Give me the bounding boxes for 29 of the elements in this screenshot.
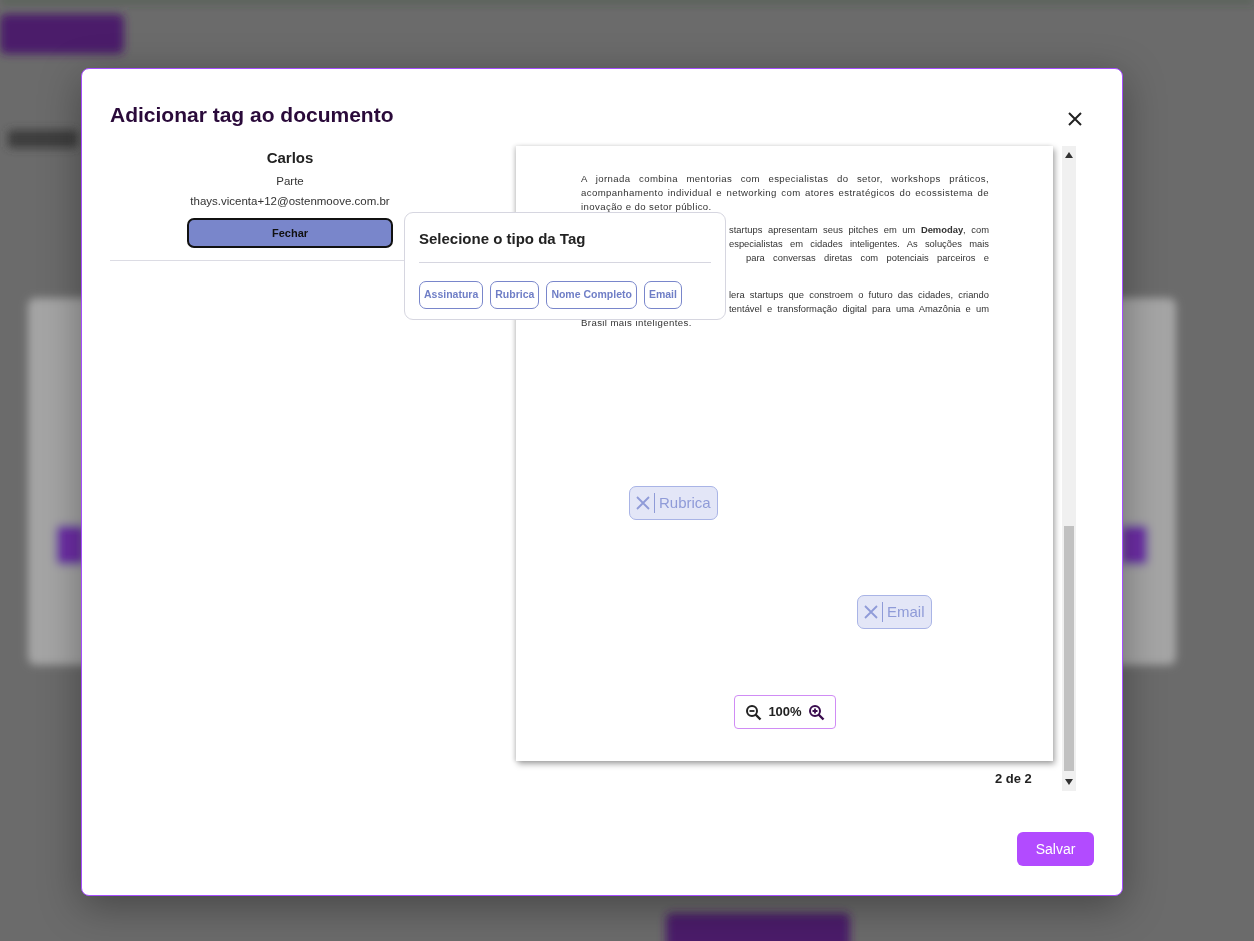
zoom-out-icon[interactable]	[745, 703, 763, 721]
signer-email: thays.vicenta+12@ostenmoove.com.br	[189, 193, 391, 209]
modal-title: Adicionar tag ao documento	[110, 102, 394, 128]
zoom-in-icon[interactable]	[807, 703, 825, 721]
tag-type-option[interactable]: Assinatura	[419, 280, 484, 309]
zoom-level: 100%	[768, 703, 802, 722]
scrollbar-thumb[interactable]	[1064, 526, 1074, 771]
scroll-up-icon[interactable]	[1065, 151, 1073, 159]
close-signer-button[interactable]: Fechar	[187, 218, 393, 248]
placed-tag[interactable]: Rubrica	[629, 486, 718, 520]
tag-type-option[interactable]: Email	[643, 280, 682, 309]
blurred-heading	[8, 130, 78, 148]
signer-name: Carlos	[265, 148, 315, 168]
save-button[interactable]: Salvar	[1017, 832, 1094, 866]
document-text-line: Brasil mais inteligentes.	[581, 316, 693, 330]
popover-title: Selecione o tipo da Tag	[419, 228, 711, 263]
tag-type-option[interactable]: Rubrica	[490, 280, 540, 309]
document-text-line: para conversas diretas com potenciais parceiros e	[746, 251, 989, 265]
scrollbar[interactable]	[1062, 146, 1076, 791]
placed-tag[interactable]: Email	[857, 595, 932, 629]
document-text-line: startups apresentam seus pitches em um Demoday, com	[729, 223, 989, 237]
document-text-line: especialistas em cidades inteligentes. As soluções mais	[729, 237, 989, 251]
document-text-line: tentável e transformação digital para uma Amazônia e um	[729, 302, 989, 316]
tag-type-option[interactable]: Nome Completo	[546, 280, 637, 309]
document-text-line: lera startups que constroem o futuro das cidades, criando	[729, 288, 989, 302]
signer-role: Parte	[275, 173, 305, 189]
scroll-down-icon[interactable]	[1065, 778, 1073, 786]
page-indicator: 2 de 2	[995, 770, 1032, 788]
document-paragraph: A jornada combina mentorias com especialistas do setor, workshops práticos, acompanhamento individual e networking com atores estratégicos do ecossistema de inovação e do setor público.	[581, 172, 989, 214]
